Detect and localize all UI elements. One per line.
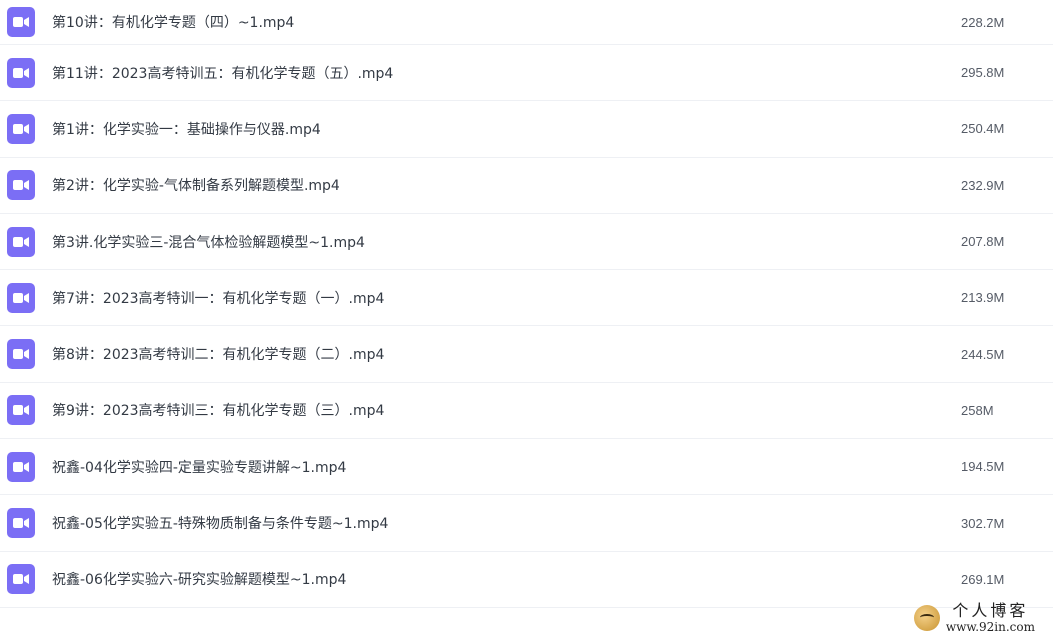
file-name[interactable]: 第7讲：2023高考特训一：有机化学专题（一）.mp4 — [52, 288, 384, 308]
file-size: 207.8M — [961, 234, 1005, 250]
file-row[interactable]: 第9讲：2023高考特训三：有机化学专题（三）.mp4 258M — [0, 383, 1053, 440]
file-row[interactable]: 第8讲：2023高考特训二：有机化学专题（二）.mp4 244.5M — [0, 326, 1053, 383]
video-file-icon — [7, 282, 35, 313]
file-size: 302.7M — [961, 515, 1005, 531]
file-size: 232.9M — [961, 177, 1005, 193]
file-size: 295.8M — [961, 65, 1005, 81]
file-name[interactable]: 第11讲：2023高考特训五：有机化学专题（五）.mp4 — [52, 63, 393, 83]
mascot-face-icon — [913, 605, 940, 631]
file-size: 269.1M — [961, 571, 1005, 587]
video-file-icon — [7, 339, 35, 370]
file-name[interactable]: 祝鑫-06化学实验六-研究实验解题模型~1.mp4 — [52, 569, 346, 589]
video-file-icon — [7, 451, 35, 482]
file-name[interactable]: 第3讲.化学实验三-混合气体检验解题模型~1.mp4 — [52, 232, 365, 252]
watermark-title: 个人博客 — [952, 601, 1029, 620]
video-file-icon — [7, 226, 35, 257]
file-name[interactable]: 祝鑫-04化学实验四-定量实验专题讲解~1.mp4 — [52, 457, 346, 477]
file-size: 244.5M — [961, 346, 1005, 362]
file-row[interactable]: 第11讲：2023高考特训五：有机化学专题（五）.mp4 295.8M — [0, 45, 1053, 102]
file-name[interactable]: 第10讲：有机化学专题（四）~1.mp4 — [52, 12, 294, 32]
file-row[interactable]: 第3讲.化学实验三-混合气体检验解题模型~1.mp4 207.8M — [0, 214, 1053, 271]
video-file-icon — [7, 7, 35, 37]
file-row[interactable]: 第10讲：有机化学专题（四）~1.mp4 228.2M — [0, 0, 1053, 45]
video-file-icon — [7, 564, 35, 595]
file-list: 第10讲：有机化学专题（四）~1.mp4 228.2M 第11讲：2023高考特… — [0, 0, 1053, 608]
file-size: 228.2M — [961, 14, 1005, 30]
video-file-icon — [7, 170, 35, 201]
file-row[interactable]: 第7讲：2023高考特训一：有机化学专题（一）.mp4 213.9M — [0, 270, 1053, 327]
file-size: 194.5M — [961, 459, 1005, 475]
video-file-icon — [7, 395, 35, 426]
file-name[interactable]: 第1讲：化学实验一：基础操作与仪器.mp4 — [52, 119, 321, 139]
file-row[interactable]: 祝鑫-06化学实验六-研究实验解题模型~1.mp4 269.1M — [0, 552, 1053, 608]
watermark-url: www.92in.com — [945, 620, 1035, 634]
file-row[interactable]: 祝鑫-04化学实验四-定量实验专题讲解~1.mp4 194.5M — [0, 439, 1053, 496]
file-name[interactable]: 第2讲：化学实验-气体制备系列解题模型.mp4 — [52, 175, 340, 195]
file-size: 258M — [961, 402, 994, 418]
file-size: 213.9M — [961, 290, 1005, 306]
file-name[interactable]: 第8讲：2023高考特训二：有机化学专题（二）.mp4 — [52, 344, 384, 364]
file-size: 250.4M — [961, 121, 1005, 137]
video-file-icon — [7, 508, 35, 539]
watermark: 个人博客 www.92in.com — [913, 601, 1035, 634]
file-name[interactable]: 祝鑫-05化学实验五-特殊物质制备与条件专题~1.mp4 — [52, 513, 388, 533]
video-file-icon — [7, 113, 35, 144]
file-row[interactable]: 第2讲：化学实验-气体制备系列解题模型.mp4 232.9M — [0, 158, 1053, 214]
watermark-text: 个人博客 www.92in.com — [945, 601, 1035, 634]
file-row[interactable]: 第1讲：化学实验一：基础操作与仪器.mp4 250.4M — [0, 101, 1053, 158]
file-row[interactable]: 祝鑫-05化学实验五-特殊物质制备与条件专题~1.mp4 302.7M — [0, 495, 1053, 552]
video-file-icon — [7, 57, 35, 88]
file-name[interactable]: 第9讲：2023高考特训三：有机化学专题（三）.mp4 — [52, 400, 384, 420]
